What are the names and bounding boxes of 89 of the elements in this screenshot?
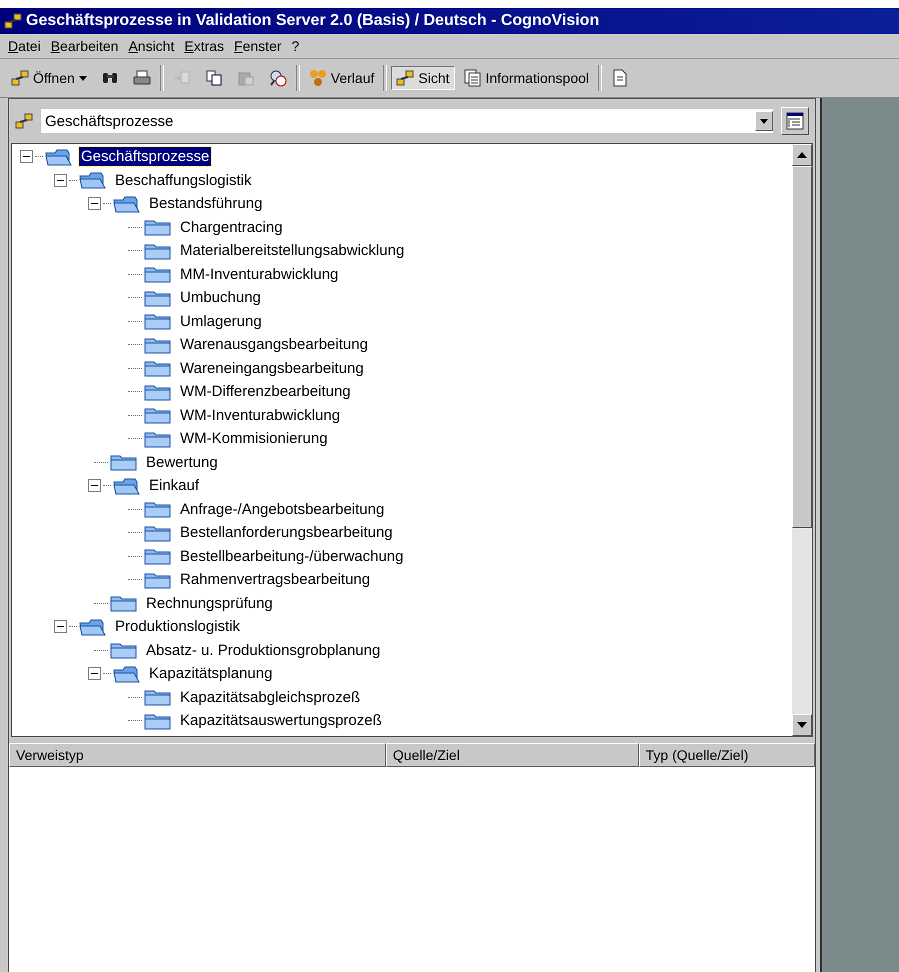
tree-item[interactable]: Umbuchung	[178, 288, 263, 308]
open-button[interactable]: Öffnen	[6, 66, 92, 90]
scrollbar[interactable]	[792, 144, 812, 736]
tree-item[interactable]: Materialbereitstellungsabwicklung	[178, 241, 406, 260]
pages-icon	[464, 69, 482, 87]
tree-item[interactable]: Rechnungsprüfung	[144, 594, 275, 613]
caret-icon	[78, 76, 87, 80]
view-button[interactable]: Verlauf	[304, 66, 380, 90]
folder-icon	[144, 242, 172, 260]
tree-item[interactable]: Bewertung	[144, 452, 220, 472]
folder-icon	[113, 664, 141, 683]
down-arrow-icon[interactable]	[797, 722, 807, 728]
folder-icon	[113, 194, 141, 213]
menu-item[interactable]: Extras	[184, 38, 224, 54]
collapse-toggle[interactable]	[88, 667, 101, 680]
tree-item[interactable]: Anfrage-/Angebotsbearbeitung	[178, 500, 386, 519]
tree-item[interactable]: Kapazitätsauswertungsprozeß	[178, 711, 384, 730]
folder-icon	[144, 430, 172, 448]
column-header[interactable]: Verweistyp	[9, 743, 386, 767]
folder-icon	[144, 712, 172, 730]
view-dropdown[interactable]: Geschäftsprozesse	[41, 109, 773, 133]
collapse-toggle[interactable]	[54, 620, 67, 634]
document-icon	[611, 69, 630, 87]
menu-item[interactable]: Ansicht	[128, 38, 174, 54]
folder-icon	[79, 618, 107, 636]
tree-item[interactable]: Chargentracing	[178, 218, 285, 237]
tree-item[interactable]: Bestellanforderungsbearbeitung	[178, 523, 395, 542]
tree-item[interactable]: Kapazitätsabgleichsprozeß	[178, 688, 362, 707]
tree-item[interactable]: Wareneingangsbearbeitung	[178, 358, 366, 378]
folder-icon	[110, 641, 138, 660]
folder-icon	[144, 288, 172, 307]
menu-item[interactable]: Datei	[8, 38, 41, 54]
menu-item[interactable]: Bearbeiten	[50, 38, 118, 54]
collapse-toggle[interactable]	[54, 174, 67, 187]
menu-item[interactable]: Fenster	[234, 38, 282, 54]
tree-item[interactable]: Produktionslogistik	[113, 617, 242, 636]
tree-item[interactable]: MM-Inventurabwicklung	[178, 264, 340, 284]
folder-icon	[144, 524, 172, 542]
folder-icon	[144, 218, 172, 236]
folder-icon	[110, 594, 138, 612]
network-icon	[15, 112, 33, 130]
folder-icon	[144, 500, 172, 518]
tree-item[interactable]: Warenausgangsbearbeitung	[178, 335, 370, 354]
collapse-toggle[interactable]	[20, 150, 33, 164]
tree-item[interactable]: Absatz- u. Produktionsgrobplanung	[144, 640, 382, 660]
folder-icon	[144, 336, 172, 354]
folder-icon	[110, 453, 138, 472]
folder-icon	[45, 148, 73, 166]
tree-item[interactable]: Bestandsführung	[147, 194, 264, 214]
folder-icon	[144, 312, 172, 330]
folder-icon	[144, 382, 172, 401]
view-button[interactable]: Informationspool	[458, 66, 594, 90]
tree-item[interactable]: WM-Differenzbearbeitung	[178, 382, 353, 402]
folder-icon	[144, 688, 172, 706]
tree-item[interactable]: Beschaffungslogistik	[113, 170, 254, 190]
copy-icon	[204, 69, 223, 87]
folder-icon	[144, 359, 172, 378]
network-icon	[396, 69, 414, 87]
column-header[interactable]: Typ (Quelle/Ziel)	[638, 743, 815, 767]
tree-item[interactable]: Umlagerung	[178, 312, 264, 331]
caret-icon	[760, 119, 768, 124]
window-title: Geschäftsprozesse in Validation Server 2.0 (Basis) / Deutsch - CognoVision	[26, 12, 600, 30]
list-icon	[786, 112, 804, 130]
tree-item[interactable]: Rahmenvertragsbearbeitung	[178, 570, 372, 590]
tree-view-button[interactable]	[781, 107, 809, 135]
folder-icon	[144, 406, 172, 424]
folder-icon	[144, 570, 172, 589]
tree-item[interactable]: WM-Inventurabwicklung	[178, 406, 342, 425]
folder-icon	[79, 171, 107, 190]
view-button[interactable]: Sicht	[391, 66, 454, 90]
collapse-toggle[interactable]	[88, 479, 101, 492]
up-arrow-icon[interactable]	[797, 152, 807, 158]
cluster-icon	[308, 69, 327, 87]
folder-icon	[144, 547, 172, 566]
dropdown-button[interactable]	[755, 111, 773, 131]
network-icon	[11, 69, 29, 87]
collapse-toggle[interactable]	[88, 197, 101, 210]
tree-item[interactable]: Kapazitätsplanung	[147, 664, 274, 684]
magnifier-icon	[268, 69, 287, 87]
tree-item[interactable]: WM-Kommisionierung	[178, 429, 330, 448]
tree-item[interactable]: Einkauf	[147, 476, 202, 496]
network-icon	[4, 12, 22, 30]
folder-icon	[113, 476, 141, 495]
column-header[interactable]: Quelle/Ziel	[386, 743, 639, 767]
folder-icon	[144, 265, 172, 284]
tree-item[interactable]: Geschäftsprozesse	[79, 147, 212, 166]
tree-item[interactable]: Bestellbearbeitung-/überwachung	[178, 546, 406, 566]
menu-item[interactable]: ?	[292, 38, 300, 54]
printer-icon	[132, 69, 151, 87]
